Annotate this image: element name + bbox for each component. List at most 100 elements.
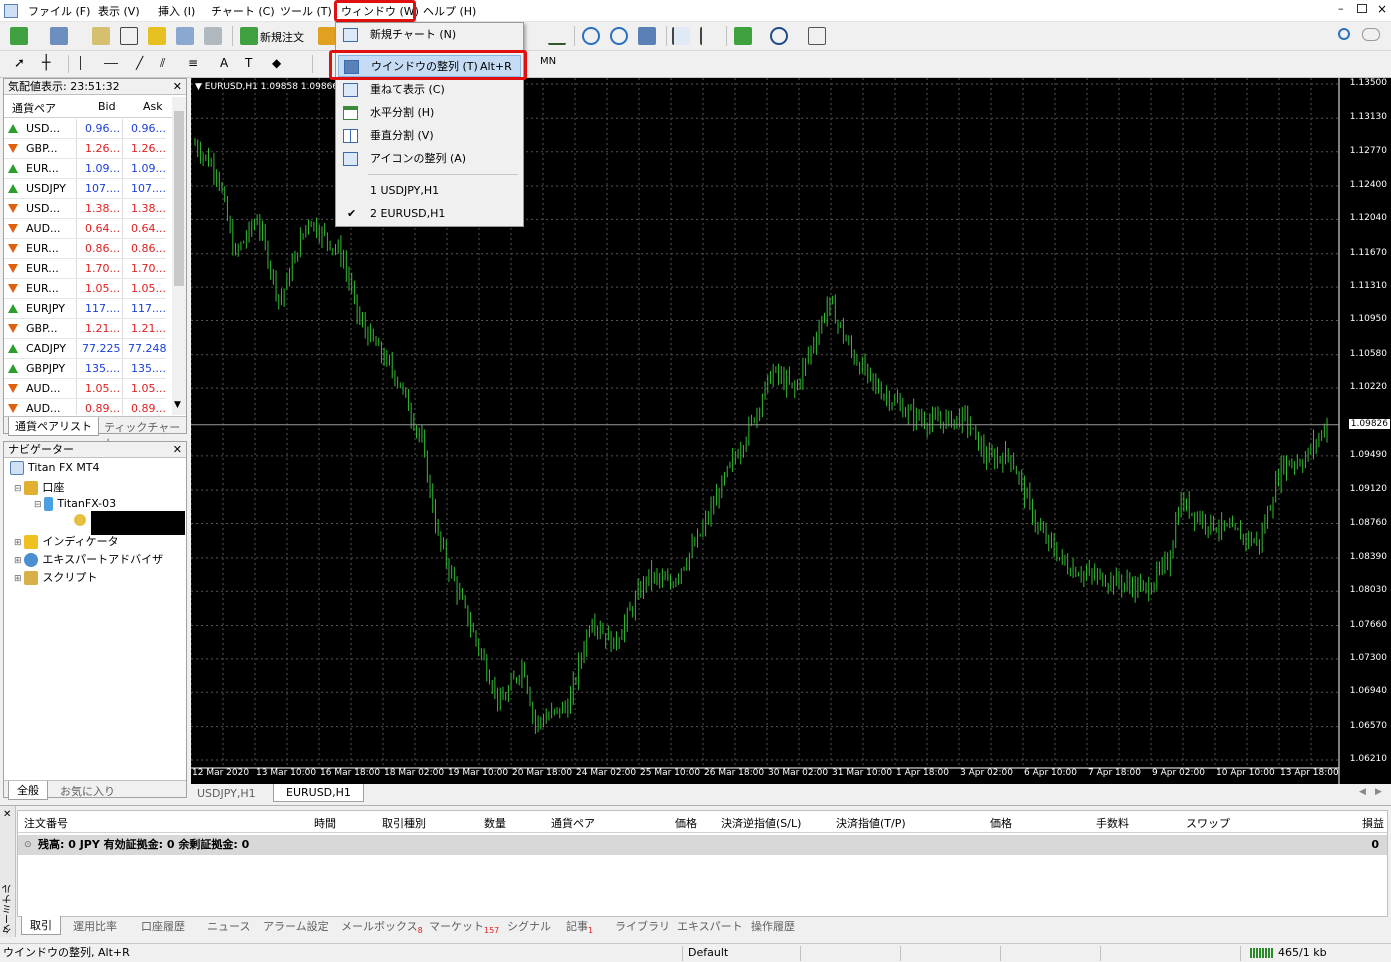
terminal-tab[interactable]: 運用比率 (73, 918, 117, 934)
period-mn-button[interactable]: MN (540, 56, 556, 67)
crosshair-icon[interactable]: ┼ (42, 55, 50, 71)
tester-icon[interactable] (204, 27, 222, 45)
menu-window-eurusd[interactable]: ✔ 2 EURUSD,H1 (338, 203, 521, 225)
menu-tile-horizontal[interactable]: 水平分割 (H) (338, 102, 521, 124)
terminal-tab[interactable]: ライブラリ (615, 918, 670, 934)
market-watch-row[interactable]: USD... 1.38... 1.38... (4, 199, 166, 219)
terminal-column[interactable]: 損益 (1362, 815, 1384, 831)
tree-scripts[interactable]: ⊞ スクリプト (14, 569, 97, 585)
market-watch-row[interactable]: AUD... 0.64... 0.64... (4, 219, 166, 239)
restore-icon[interactable] (1357, 4, 1367, 13)
tab-common[interactable]: 全般 (8, 781, 48, 800)
market-watch-row[interactable]: EUR... 1.09... 1.09... (4, 159, 166, 179)
terminal-icon[interactable] (176, 27, 194, 45)
shapes-icon[interactable]: ◆ (272, 56, 281, 70)
horizontal-line-icon[interactable] (104, 63, 118, 64)
channel-icon[interactable]: ⫽ (160, 56, 165, 71)
tab-favorites[interactable]: お気に入り (60, 783, 115, 799)
terminal-tab[interactable]: ニュース (207, 918, 250, 934)
periods-icon[interactable] (770, 27, 788, 45)
terminal-tab[interactable]: 取引 (21, 916, 61, 935)
tabs-prev-icon[interactable]: ◀ (1359, 787, 1366, 797)
terminal-column[interactable]: 価格 (990, 815, 1012, 831)
menu-tile-vertical[interactable]: 垂直分割 (V) (338, 125, 521, 147)
terminal-column[interactable]: 通貨ペア (551, 815, 595, 831)
tree-experts[interactable]: ⊞ エキスパートアドバイザ (14, 551, 163, 567)
terminal-column[interactable]: 注文番号 (24, 815, 68, 831)
text-icon[interactable]: A (220, 56, 228, 70)
tree-accounts[interactable]: ⊟ 口座 (14, 479, 64, 495)
bar-chart-icon[interactable] (522, 27, 540, 45)
column-ask[interactable]: Ask (143, 100, 163, 113)
menu-arrange-icons[interactable]: アイコンの整列 (A) (338, 148, 521, 170)
tree-server[interactable]: ⊟ TitanFX-03 (34, 497, 116, 511)
close-icon[interactable]: × (1377, 2, 1387, 16)
new-order-icon[interactable] (240, 27, 258, 45)
terminal-tab[interactable]: メールボックス8 (341, 918, 423, 935)
tabs-next-icon[interactable]: ▶ (1375, 787, 1382, 797)
scroll-down-icon[interactable]: ▼ (174, 400, 181, 410)
menu-cascade[interactable]: 重ねて表示 (C) (338, 79, 521, 101)
market-watch-row[interactable]: AUD... 1.05... 1.05... (4, 379, 166, 399)
market-watch-row[interactable]: EUR... 1.05... 1.05... (4, 279, 166, 299)
menu-insert[interactable]: 挿入 (I) (158, 3, 195, 19)
market-watch-row[interactable]: GBP... 1.26... 1.26... (4, 139, 166, 159)
terminal-tab[interactable]: マーケット157 (429, 918, 499, 935)
line-chart-icon[interactable] (548, 27, 566, 45)
menu-tools[interactable]: ツール (T) (280, 3, 332, 19)
cursor-icon[interactable]: ➚ (14, 56, 25, 71)
terminal-column[interactable]: 手数料 (1096, 815, 1129, 831)
terminal-column[interactable]: スワップ (1186, 815, 1230, 831)
terminal-tab[interactable]: 操作履歴 (751, 918, 795, 934)
market-watch-row[interactable]: GBP... 1.21... 1.21... (4, 319, 166, 339)
navigator-icon[interactable] (148, 27, 166, 45)
market-watch-row[interactable]: USDJPY 107.... 107.... (4, 179, 166, 199)
new-chart-icon[interactable] (10, 27, 28, 45)
menu-window-usdjpy[interactable]: 1 USDJPY,H1 (338, 180, 521, 202)
terminal-close-icon[interactable]: ✕ (3, 809, 11, 820)
fibonacci-icon[interactable]: ≡ (188, 56, 198, 70)
data-window-icon[interactable] (120, 27, 138, 45)
market-watch-row[interactable]: GBPJPY 135.... 135.... (4, 359, 166, 379)
scroll-thumb[interactable] (174, 111, 184, 286)
zoom-out-icon[interactable] (610, 27, 628, 45)
market-watch-close-icon[interactable]: ✕ (173, 79, 182, 95)
chart-tab-usdjpy[interactable]: USDJPY,H1 (197, 787, 256, 800)
tree-root[interactable]: Titan FX MT4 (10, 461, 100, 475)
tile-windows-icon[interactable] (638, 27, 656, 45)
terminal-column[interactable]: 決済逆指値(S/L) (721, 815, 801, 831)
market-watch-row[interactable]: USD... 0.96... 0.96... (4, 119, 166, 139)
new-order-button[interactable]: 新規注文 (260, 29, 304, 45)
vertical-line-icon[interactable] (80, 56, 81, 70)
column-pair[interactable]: 通貨ペア (12, 100, 56, 116)
terminal-column[interactable]: 数量 (484, 815, 506, 831)
tree-indicators[interactable]: ⊞ インディケータ (14, 533, 119, 549)
market-watch-row[interactable]: EUR... 1.70... 1.70... (4, 259, 166, 279)
menu-file[interactable]: ファイル (F) (28, 3, 90, 19)
column-bid[interactable]: Bid (98, 100, 116, 113)
autoscroll-icon[interactable] (700, 27, 718, 45)
market-watch-icon[interactable] (92, 27, 110, 45)
chart-shift-icon[interactable] (672, 27, 690, 45)
templates-icon[interactable] (808, 27, 826, 45)
terminal-tab[interactable]: エキスパート (677, 918, 743, 934)
menu-new-chart[interactable]: 新規チャート (N) (338, 24, 521, 46)
navigator-close-icon[interactable]: ✕ (173, 442, 182, 458)
tab-symbols[interactable]: 通貨ペアリスト (8, 417, 99, 436)
menu-help[interactable]: ヘルプ (H) (423, 3, 476, 19)
chart-tab-eurusd[interactable]: EURUSD,H1 (273, 784, 364, 802)
chat-icon[interactable] (1362, 28, 1380, 41)
terminal-tab[interactable]: シグナル (507, 918, 551, 934)
indicators-icon[interactable] (734, 27, 752, 45)
terminal-column[interactable]: 価格 (675, 815, 697, 831)
market-watch-scrollbar[interactable]: ▼ (172, 97, 186, 415)
terminal-tab[interactable]: 口座履歴 (141, 918, 185, 934)
menu-charts[interactable]: チャート (C) (211, 3, 275, 19)
terminal-column[interactable]: 取引種別 (382, 815, 426, 831)
minimize-icon[interactable]: – (1338, 2, 1344, 15)
menu-view[interactable]: 表示 (V) (98, 3, 140, 19)
tree-account-user[interactable] (74, 511, 185, 535)
market-watch-row[interactable]: AUD... 0.89... 0.89... (4, 399, 166, 415)
auto-trading-icon[interactable] (318, 27, 336, 45)
text-label-icon[interactable]: T (245, 56, 252, 70)
